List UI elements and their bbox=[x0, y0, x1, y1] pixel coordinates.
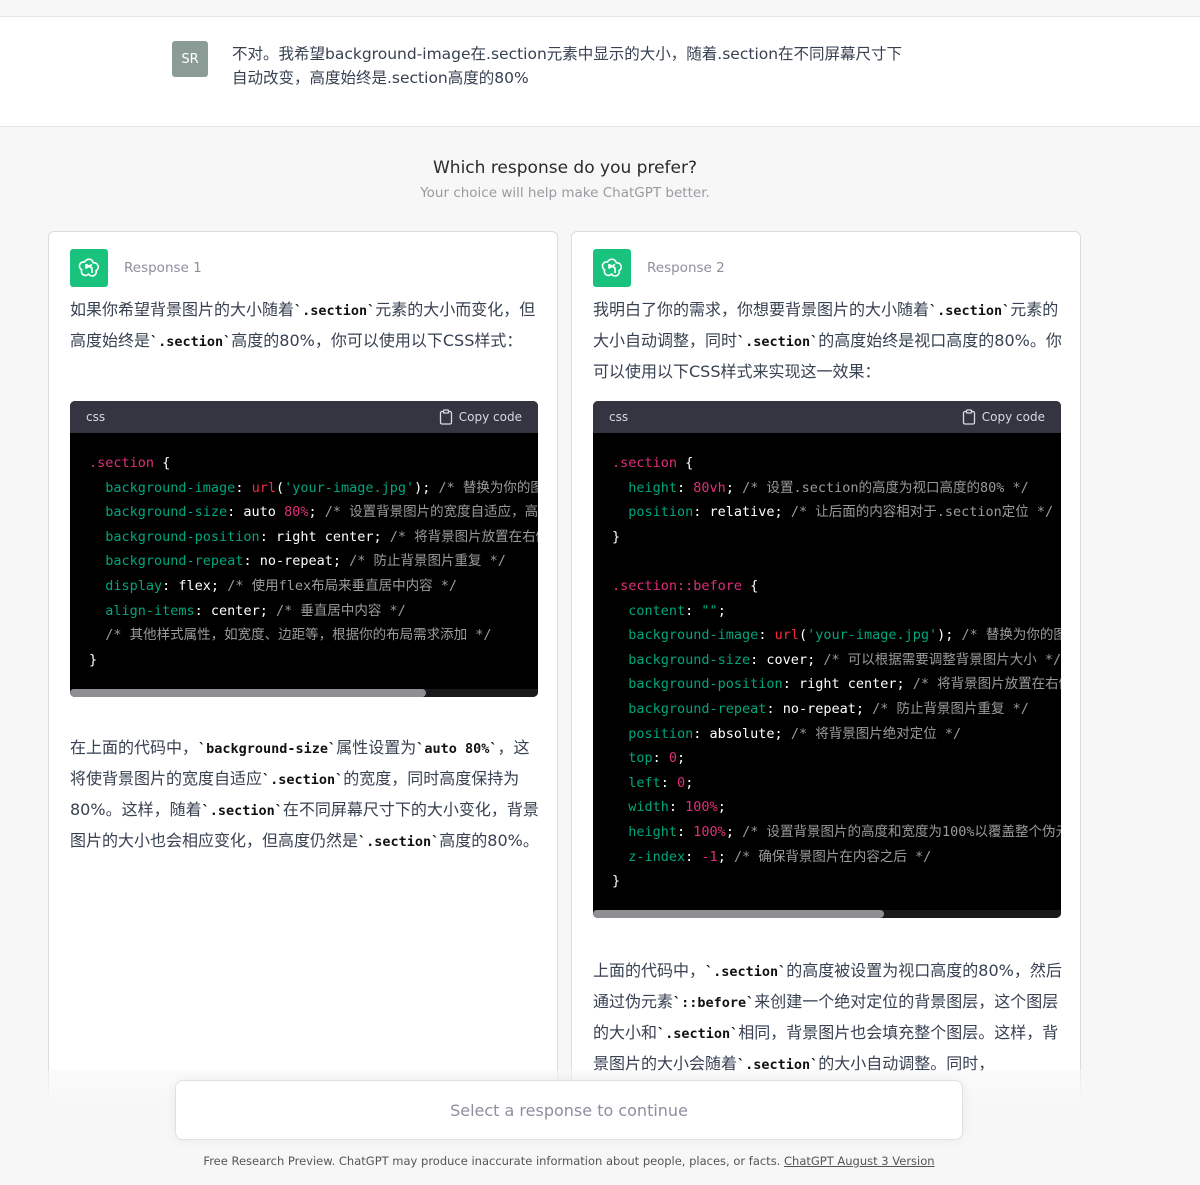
code-line: .section::before { bbox=[612, 577, 759, 594]
inline-code: `.section` bbox=[262, 772, 344, 788]
prefer-subtitle: Your choice will help make ChatGPT bette… bbox=[420, 185, 710, 201]
response-1-intro: 如果你希望背景图片的大小随着`.section`元素的大小而变化，但高度始终是`… bbox=[70, 300, 536, 350]
code-language: css bbox=[609, 410, 629, 424]
response-1-label: Response 1 bbox=[124, 260, 202, 276]
footer-text: Free Research Preview. ChatGPT may produ… bbox=[203, 1154, 784, 1168]
code-line: background-position: right center; /* 将背… bbox=[612, 676, 1061, 693]
code-line: background-image: url('your-image.jpg');… bbox=[612, 627, 1061, 644]
chatgpt-logo-icon bbox=[70, 249, 108, 287]
code-scrollbar[interactable] bbox=[70, 689, 538, 697]
code-line: display: flex; /* 使用flex布局来垂直居中内容 */ bbox=[89, 577, 457, 594]
response-1-outro: 在上面的代码中，`background-size`属性设置为`auto 80%`… bbox=[70, 738, 539, 850]
inline-code: `auto 80%` bbox=[416, 741, 498, 757]
code-language: css bbox=[86, 410, 106, 424]
code-line: } bbox=[612, 528, 621, 545]
inline-code: `.section` bbox=[294, 303, 376, 319]
response-1-code-block: css Copy code .section { background-imag… bbox=[70, 401, 538, 697]
response-1-code: .section { background-image: url('your-i… bbox=[70, 433, 538, 672]
copy-code-button[interactable]: Copy code bbox=[439, 409, 522, 425]
inline-code: `.section` bbox=[150, 334, 232, 350]
response-2-card[interactable]: Response 2 我明白了你的需求，你想要背景图片的大小随着`.sectio… bbox=[571, 231, 1081, 1115]
inline-code: `.section` bbox=[201, 803, 283, 819]
code-line: height: 80vh; /* 设置.section的高度为视口高度的80% … bbox=[612, 479, 1029, 496]
code-line: position: absolute; /* 将背景图片绝对定位 */ bbox=[612, 725, 962, 742]
code-line: z-index: -1; /* 确保背景图片在内容之后 */ bbox=[612, 848, 932, 865]
user-message-row: SR 不对。我希望background-image在.section元素中显示的… bbox=[0, 17, 1200, 127]
code-line: position: relative; /* 让后面的内容相对于.section… bbox=[612, 504, 1054, 521]
code-line: height: 100%; /* 设置背景图片的高度和宽度为100%以覆盖整个伪… bbox=[612, 823, 1061, 840]
code-line: background-repeat: no-repeat; /* 防止背景图片重… bbox=[612, 700, 1029, 717]
code-scrollbar-thumb[interactable] bbox=[70, 689, 426, 697]
code-line: background-repeat: no-repeat; /* 防止背景图片重… bbox=[89, 553, 506, 570]
copy-code-label: Copy code bbox=[458, 410, 522, 424]
inline-code: `.section` bbox=[705, 964, 787, 980]
code-line: top: 0; bbox=[612, 750, 686, 767]
code-scrollbar[interactable] bbox=[593, 910, 1061, 918]
inline-code: `.section` bbox=[657, 1026, 739, 1042]
clipboard-icon bbox=[439, 409, 452, 425]
version-link[interactable]: ChatGPT August 3 Version bbox=[784, 1154, 935, 1168]
code-line: background-position: right center; /* 将背… bbox=[89, 528, 538, 545]
footer: Free Research Preview. ChatGPT may produ… bbox=[0, 1154, 1138, 1168]
code-header: css Copy code bbox=[70, 401, 538, 433]
code-line: } bbox=[612, 873, 621, 890]
inline-code: `background-size` bbox=[198, 741, 337, 757]
copy-code-label: Copy code bbox=[981, 410, 1045, 424]
clipboard-icon bbox=[962, 409, 975, 425]
code-line: .section { bbox=[89, 455, 171, 471]
response-2-label: Response 2 bbox=[647, 260, 725, 276]
code-line: align-items: center; /* 垂直居中内容 */ bbox=[89, 602, 406, 619]
code-line: width: 100%; bbox=[612, 799, 726, 816]
code-line: .section { bbox=[612, 455, 694, 471]
chatgpt-logo-icon bbox=[593, 249, 631, 287]
user-avatar: SR bbox=[172, 41, 208, 77]
response-1-card[interactable]: Response 1 如果你希望背景图片的大小随着`.section`元素的大小… bbox=[48, 231, 558, 1115]
code-line: } bbox=[89, 651, 98, 668]
code-line: content: ""; bbox=[612, 602, 726, 619]
code-line: background-size: cover; /* 可以根据需要调整背景图片大… bbox=[612, 651, 1061, 668]
copy-code-button[interactable]: Copy code bbox=[962, 409, 1045, 425]
code-line: /* 其他样式属性，如宽度、边距等，根据你的布局需求添加 */ bbox=[89, 627, 492, 644]
code-line: background-size: auto 80%; /* 设置背景图片的宽度自… bbox=[89, 504, 538, 521]
code-line: background-image: url('your-image.jpg');… bbox=[89, 479, 538, 496]
select-response-prompt[interactable]: Select a response to continue bbox=[175, 1080, 963, 1140]
inline-code: `::before` bbox=[673, 995, 755, 1011]
user-message: 不对。我希望background-image在.section元素中显示的大小，… bbox=[232, 45, 903, 87]
response-2-code: .section { height: 80vh; /* 设置.section的高… bbox=[593, 433, 1061, 894]
inline-code: `.section` bbox=[358, 834, 440, 850]
code-header: css Copy code bbox=[593, 401, 1061, 433]
prefer-title: Which response do you prefer? bbox=[432, 158, 697, 178]
top-bar bbox=[0, 0, 1200, 17]
inline-code: `.section` bbox=[737, 334, 819, 350]
code-scrollbar-thumb[interactable] bbox=[593, 910, 884, 918]
inline-code: `.section` bbox=[929, 303, 1011, 319]
response-2-intro: 我明白了你的需求，你想要背景图片的大小随着`.section`元素的大小自动调整… bbox=[593, 300, 1062, 381]
response-2-code-block: css Copy code .section { height: 80vh; /… bbox=[593, 401, 1061, 918]
code-line: left: 0; bbox=[612, 774, 694, 791]
